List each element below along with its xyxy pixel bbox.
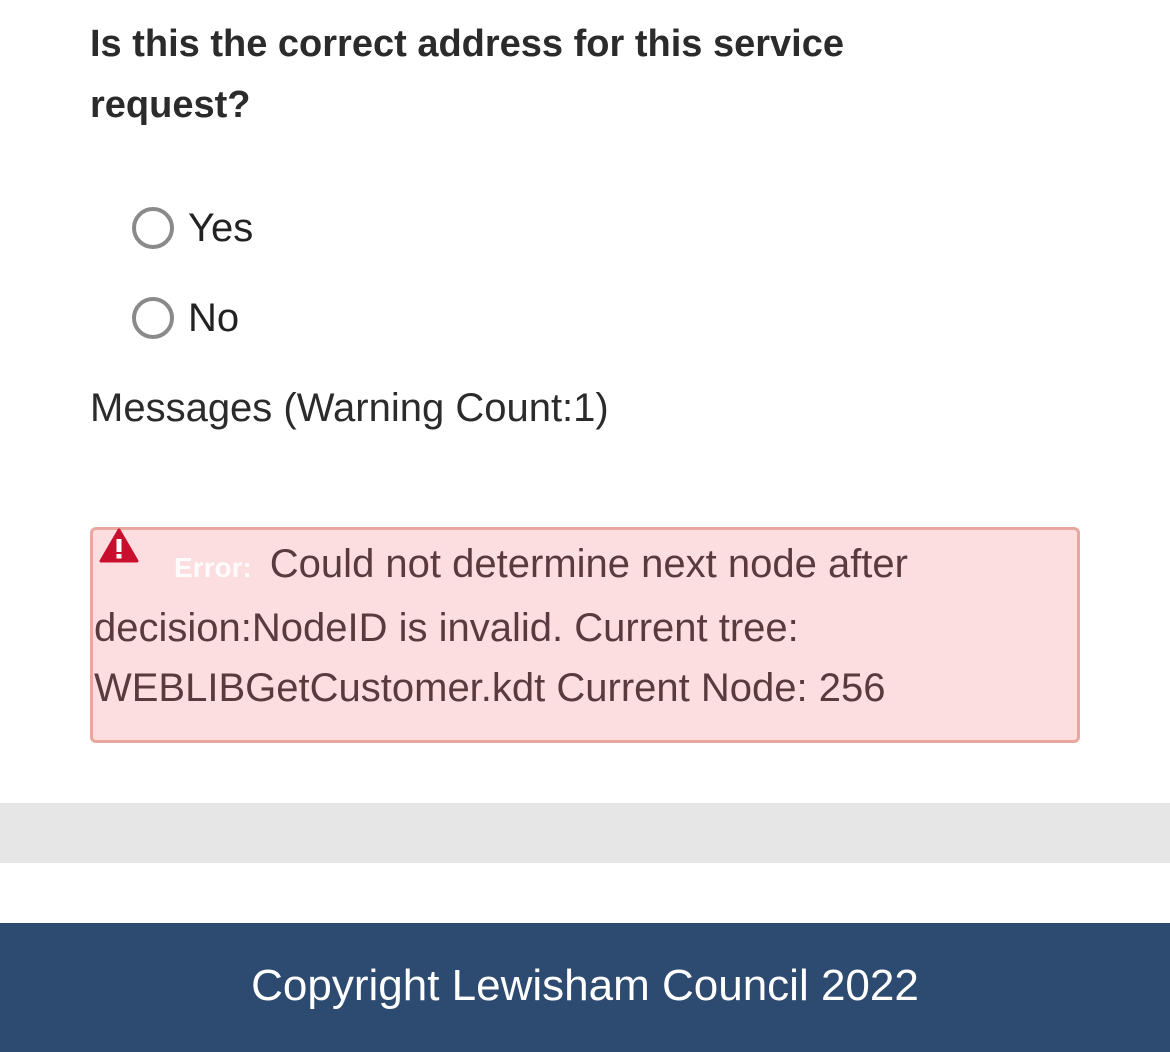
radio-label-no[interactable]: No [188, 294, 239, 342]
error-text: Error: Could not determine next node afte… [94, 534, 1054, 718]
error-message-box: Error: Could not determine next node afte… [90, 527, 1080, 743]
footer: Copyright Lewisham Council 2022 [0, 923, 1170, 1052]
footer-copyright: Copyright Lewisham Council 2022 [251, 960, 919, 1010]
radio-option-yes[interactable]: Yes [132, 204, 253, 252]
divider-band [0, 803, 1170, 863]
radio-button-yes[interactable] [132, 207, 174, 249]
page: Is this the correct address for this ser… [0, 0, 1170, 1052]
question-heading: Is this the correct address for this ser… [90, 23, 844, 126]
error-prefix: Error: [174, 552, 252, 583]
radio-label-yes[interactable]: Yes [188, 204, 253, 252]
radio-button-no[interactable] [132, 297, 174, 339]
messages-heading: Messages (Warning Count:1) [90, 386, 609, 430]
radio-option-no[interactable]: No [132, 294, 239, 342]
